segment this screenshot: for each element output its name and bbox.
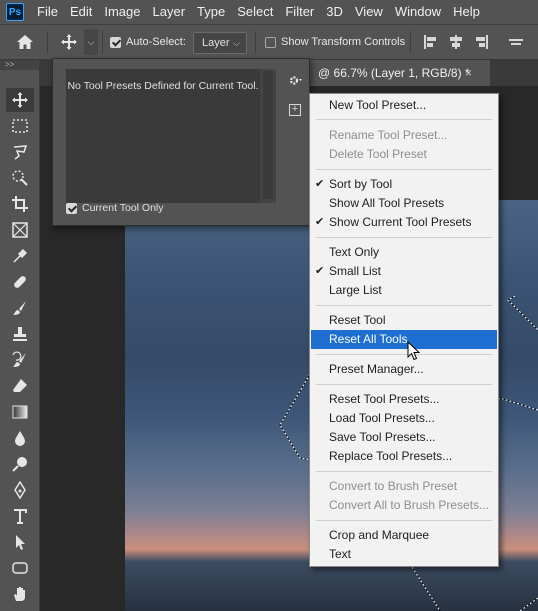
menu-convert-all-to-brush-presets: Convert All to Brush Presets...: [329, 498, 490, 512]
tool-presets-list[interactable]: No Tool Presets Defined for Current Tool…: [66, 69, 260, 203]
menu-reset-tool[interactable]: Reset Tool: [311, 311, 497, 330]
menu-preset-manager[interactable]: Preset Manager...: [311, 360, 497, 379]
close-tab-icon[interactable]: ×: [465, 60, 472, 86]
pen-tool-icon[interactable]: [6, 478, 34, 502]
menu-replace-tool-presets[interactable]: Replace Tool Presets...: [311, 447, 497, 466]
quick-selection-tool-icon[interactable]: [6, 166, 34, 190]
new-preset-button[interactable]: +: [289, 104, 301, 116]
menu-text-presets[interactable]: Text: [311, 545, 497, 564]
marquee-tool-icon[interactable]: [6, 114, 34, 138]
menu-save-tool-presets[interactable]: Save Tool Presets...: [311, 428, 497, 447]
menu-show-all-tool-presets[interactable]: Show All Tool Presets: [311, 194, 497, 213]
document-tab-title: @ 66.7% (Layer 1, RGB/8) *: [318, 66, 470, 80]
check-icon: ✔: [315, 216, 325, 228]
empty-presets-message: No Tool Presets Defined for Current Tool…: [67, 80, 259, 92]
menu-large-list[interactable]: Large List: [311, 281, 497, 300]
history-brush-icon[interactable]: [6, 348, 34, 372]
mouse-pointer-icon: [407, 341, 421, 361]
menu-new-tool-preset[interactable]: New Tool Preset...: [311, 96, 497, 115]
tool-presets-flyout-menu: New Tool Preset... Rename Tool Preset...…: [309, 93, 499, 567]
move-tool-icon[interactable]: [6, 88, 34, 112]
lasso-tool-icon[interactable]: [6, 140, 34, 164]
check-icon: ✔: [315, 265, 325, 277]
toolbar-collapse-toggle[interactable]: >>: [0, 60, 39, 70]
menu-load-tool-presets[interactable]: Load Tool Presets...: [311, 409, 497, 428]
path-selection-icon[interactable]: [6, 530, 34, 554]
document-tab[interactable]: @ 66.7% (Layer 1, RGB/8) * ×: [300, 60, 490, 86]
dodge-tool-icon[interactable]: [6, 452, 34, 476]
hand-tool-icon[interactable]: [6, 582, 34, 606]
tool-presets-panel: No Tool Presets Defined for Current Tool…: [52, 58, 310, 226]
brush-tool-icon[interactable]: [6, 296, 34, 320]
gradient-tool-icon[interactable]: [6, 400, 34, 424]
check-icon: ✔: [315, 178, 325, 190]
eraser-icon[interactable]: [6, 374, 34, 398]
type-tool-icon[interactable]: [6, 504, 34, 528]
tools-panel: >>: [0, 60, 40, 611]
rectangle-tool-icon[interactable]: [6, 556, 34, 580]
blur-tool-icon[interactable]: [6, 426, 34, 450]
clone-stamp-icon[interactable]: [6, 322, 34, 346]
menu-small-list[interactable]: ✔ Small List: [311, 262, 497, 281]
current-tool-only-checkbox[interactable]: Current Tool Only: [66, 201, 164, 215]
menu-reset-tool-presets[interactable]: Reset Tool Presets...: [311, 390, 497, 409]
menu-sort-by-tool[interactable]: ✔ Sort by Tool: [311, 175, 497, 194]
current-tool-only-label: Current Tool Only: [82, 202, 164, 214]
healing-brush-icon[interactable]: [6, 270, 34, 294]
checkbox-checked-icon: [66, 202, 77, 214]
menu-crop-and-marquee[interactable]: Crop and Marquee: [311, 526, 497, 545]
presets-menu-gear-icon[interactable]: [285, 71, 305, 89]
menu-rename-tool-preset: Rename Tool Preset...: [329, 128, 448, 142]
menu-reset-all-tools[interactable]: Reset All Tools: [311, 330, 497, 349]
eyedropper-tool-icon[interactable]: [6, 244, 34, 268]
presets-scrollbar[interactable]: [260, 69, 276, 203]
crop-tool-icon[interactable]: [6, 192, 34, 216]
menu-text-only[interactable]: Text Only: [311, 243, 497, 262]
menu-delete-tool-preset: Delete Tool Preset: [329, 147, 427, 161]
menu-show-current-tool-presets[interactable]: ✔ Show Current Tool Presets: [311, 213, 497, 232]
menu-convert-to-brush-preset: Convert to Brush Preset: [329, 479, 458, 493]
frame-tool-icon[interactable]: [6, 218, 34, 242]
